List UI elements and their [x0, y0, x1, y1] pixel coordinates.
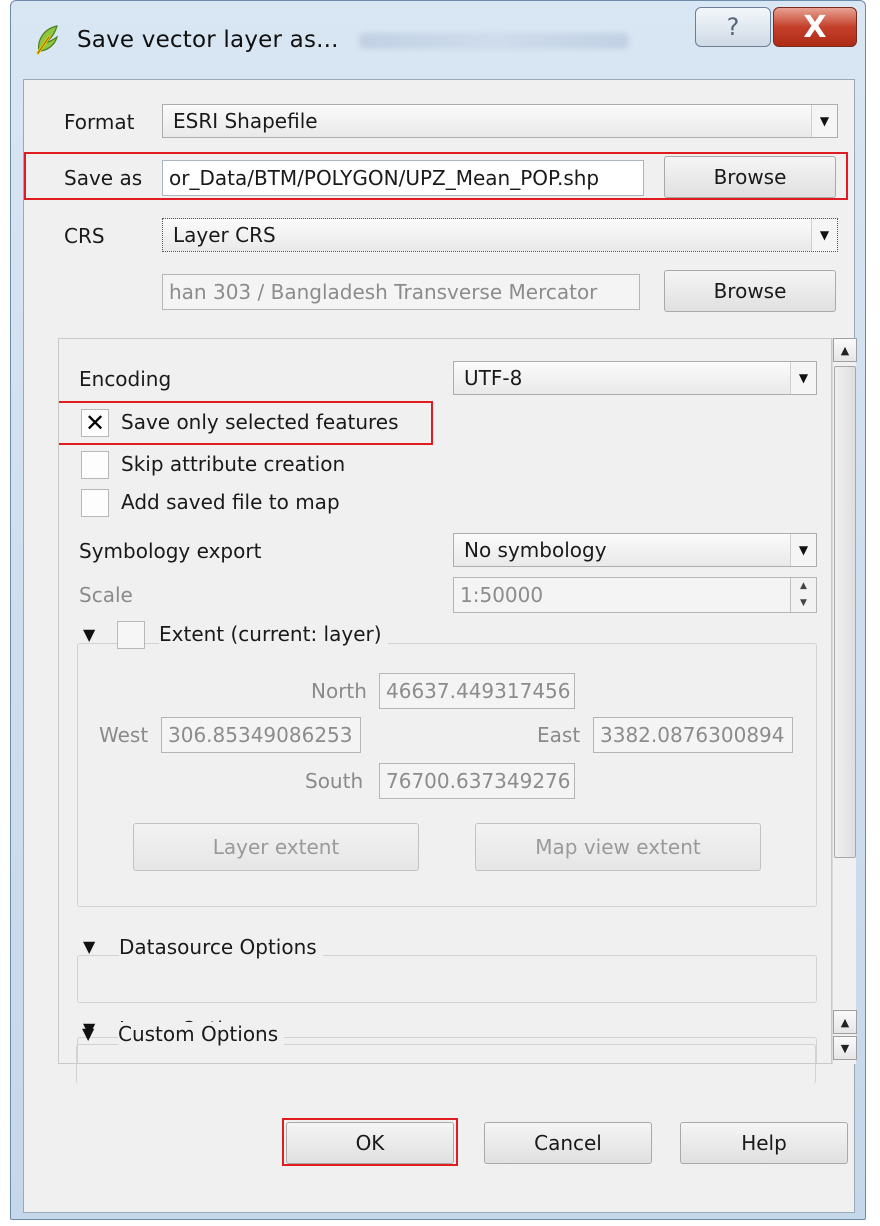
save-selected-label: Save only selected features: [121, 410, 399, 434]
east-label: East: [537, 723, 581, 747]
east-field: 3382.0876300894: [593, 717, 793, 753]
close-button[interactable]: X: [773, 7, 857, 47]
symbology-value: No symbology: [464, 538, 607, 562]
extent-checkbox[interactable]: [117, 621, 145, 649]
chevron-down-icon: ▼: [790, 362, 816, 394]
scale-value: 1:50000: [460, 583, 544, 607]
west-label: West: [99, 723, 149, 747]
map-view-extent-button[interactable]: Map view extent: [475, 823, 761, 871]
encoding-label: Encoding: [79, 367, 172, 391]
layer-extent-button[interactable]: Layer extent: [133, 823, 419, 871]
skip-attribute-label: Skip attribute creation: [121, 452, 346, 476]
blurred-background-text: [359, 33, 629, 49]
format-value: ESRI Shapefile: [173, 109, 318, 133]
x-mark-icon: ✕: [84, 409, 106, 437]
chevron-down-icon: ▼: [811, 105, 837, 137]
west-field: 306.85349086253: [161, 717, 361, 753]
scroll-up-icon[interactable]: ▲: [833, 338, 857, 362]
close-icon: X: [803, 9, 827, 45]
datasource-options-title: Datasource Options: [119, 935, 323, 959]
spin-arrows-icon: ▲ ▼: [790, 578, 816, 612]
scale-spinbox: 1:50000 ▲ ▼: [453, 577, 817, 613]
save-vector-layer-dialog: Save vector layer as... ? X Format ESRI …: [10, 0, 866, 1220]
south-field: 76700.637349276: [379, 763, 575, 799]
title-bar[interactable]: Save vector layer as... ? X: [11, 1, 865, 79]
triangle-down-icon[interactable]: ▼: [82, 1024, 94, 1043]
save-as-path-input[interactable]: or_Data/BTM/POLYGON/UPZ_Mean_POP.shp: [162, 160, 644, 196]
triangle-down-icon[interactable]: ▼: [83, 625, 95, 644]
scale-label: Scale: [79, 583, 133, 607]
encoding-value: UTF-8: [464, 366, 523, 390]
triangle-down-icon[interactable]: ▼: [83, 937, 95, 956]
help-button[interactable]: Help: [680, 1122, 848, 1164]
north-label: North: [311, 679, 367, 703]
north-field: 46637.449317456: [379, 673, 575, 709]
question-mark-icon: ?: [726, 13, 740, 41]
window-title: Save vector layer as...: [77, 27, 339, 53]
crs-select[interactable]: Layer CRS ▼: [162, 218, 838, 252]
format-label: Format: [64, 110, 135, 134]
save-as-browse-button[interactable]: Browse: [664, 156, 836, 198]
scroll-up-icon[interactable]: ▲: [833, 1010, 857, 1034]
ok-button[interactable]: OK: [286, 1122, 454, 1164]
vertical-scrollbar[interactable]: ▲ ▲ ▼: [832, 338, 857, 1064]
add-to-map-checkbox[interactable]: [81, 489, 109, 517]
crs-label: CRS: [64, 224, 105, 248]
chevron-down-icon: ▼: [811, 219, 837, 251]
skip-attribute-checkbox[interactable]: [81, 451, 109, 479]
custom-options-group: [76, 1044, 816, 1084]
extent-title: Extent (current: layer): [159, 622, 388, 646]
dialog-body: Format ESRI Shapefile ▼ Save as or_Data/…: [23, 79, 857, 1213]
crs-description-field: han 303 / Bangladesh Transverse Mercator: [162, 274, 640, 310]
scroll-thumb[interactable]: [834, 366, 856, 858]
encoding-select[interactable]: UTF-8 ▼: [453, 361, 817, 395]
scroll-down-icon[interactable]: ▼: [833, 1036, 857, 1060]
options-scroll-area[interactable]: Encoding UTF-8 ▼ ✕ Save only selected fe…: [58, 338, 832, 1064]
save-as-label: Save as: [64, 166, 143, 190]
help-caption-button[interactable]: ?: [695, 7, 771, 47]
add-to-map-label: Add saved file to map: [121, 490, 340, 514]
south-label: South: [305, 769, 364, 793]
custom-options-title: Custom Options: [118, 1022, 285, 1046]
symbology-select[interactable]: No symbology ▼: [453, 533, 817, 567]
save-selected-checkbox[interactable]: ✕: [81, 409, 109, 437]
qgis-icon: [36, 25, 58, 55]
symbology-label: Symbology export: [79, 539, 262, 563]
datasource-options-group: [77, 955, 817, 1003]
format-select[interactable]: ESRI Shapefile ▼: [162, 104, 838, 138]
chevron-down-icon: ▼: [790, 534, 816, 566]
crs-browse-button[interactable]: Browse: [664, 270, 836, 312]
cancel-button[interactable]: Cancel: [484, 1122, 652, 1164]
crs-value: Layer CRS: [173, 223, 276, 247]
